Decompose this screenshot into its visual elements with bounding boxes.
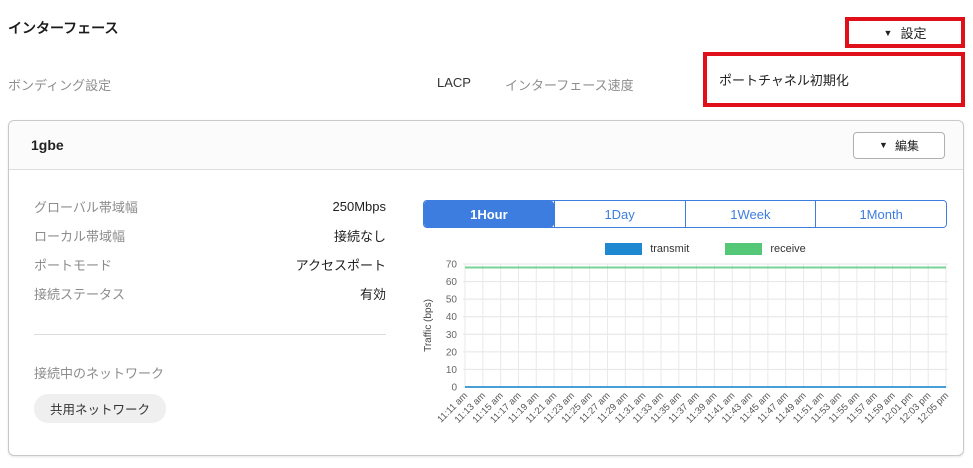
svg-text:30: 30 [446, 330, 458, 341]
tab-1hour[interactable]: 1Hour [424, 201, 554, 227]
svg-text:Traffic (bps): Traffic (bps) [423, 299, 434, 352]
legend-item-receive: receive [725, 242, 805, 255]
edit-button[interactable]: ▼ 編集 [853, 132, 945, 159]
detail-value: アクセスポート [296, 255, 386, 274]
caret-down-icon: ▼ [879, 140, 888, 150]
settings-button[interactable]: ▼ 設定 [845, 17, 965, 48]
time-range-tabs: 1Hour 1Day 1Week 1Month [423, 200, 947, 228]
nav-item-bonding-settings[interactable]: ボンディング設定 [8, 75, 111, 94]
nav-item-interface-speed[interactable]: インターフェース速度 [505, 75, 634, 94]
legend-label: transmit [650, 243, 689, 255]
traffic-line-chart: 01020304050607011:11 am11:13 am11:15 am1… [420, 257, 955, 457]
svg-text:40: 40 [446, 312, 458, 323]
detail-row-connection-status: 接続ステータス 有効 [34, 279, 386, 308]
tab-1month[interactable]: 1Month [815, 201, 946, 227]
edit-button-label: 編集 [895, 137, 919, 154]
nav-item-port-channel-init[interactable]: ポートチャネル初期化 [703, 52, 965, 107]
divider [34, 334, 386, 335]
legend-swatch [725, 243, 762, 255]
detail-value: 250Mbps [333, 199, 386, 214]
detail-row-global-bandwidth: グローバル帯域幅 250Mbps [34, 192, 386, 221]
connected-networks-label: 接続中のネットワーク [34, 363, 386, 382]
legend-item-transmit: transmit [605, 242, 689, 255]
detail-label: ポートモード [34, 255, 112, 274]
detail-row-port-mode: ポートモード アクセスポート [34, 250, 386, 279]
svg-text:10: 10 [446, 365, 458, 376]
nav-item-lacp[interactable]: LACP [437, 75, 471, 90]
caret-down-icon: ▼ [884, 28, 893, 38]
legend-swatch [605, 243, 642, 255]
svg-text:0: 0 [451, 383, 457, 394]
page-title: インターフェース [8, 18, 118, 38]
tab-1week[interactable]: 1Week [685, 201, 816, 227]
svg-text:70: 70 [446, 260, 458, 271]
detail-label: ローカル帯域幅 [34, 226, 125, 245]
card-header: 1gbe ▼ 編集 [9, 121, 963, 170]
svg-text:50: 50 [446, 295, 458, 306]
interface-card-1gbe: 1gbe ▼ 編集 グローバル帯域幅 250Mbps ローカル帯域幅 接続なし … [8, 120, 964, 456]
detail-label: グローバル帯域幅 [34, 197, 138, 216]
legend-label: receive [770, 243, 805, 255]
traffic-chart-panel: 1Hour 1Day 1Week 1Month transmitreceive … [420, 200, 960, 457]
detail-value: 接続なし [334, 226, 386, 245]
card-title: 1gbe [31, 137, 64, 153]
nav-item-port-channel-init-label: ポートチャネル初期化 [719, 70, 849, 89]
interface-details: グローバル帯域幅 250Mbps ローカル帯域幅 接続なし ポートモード アクセ… [34, 192, 386, 423]
detail-row-local-bandwidth: ローカル帯域幅 接続なし [34, 221, 386, 250]
network-badge-shared[interactable]: 共用ネットワーク [34, 394, 166, 423]
tab-1day[interactable]: 1Day [554, 201, 685, 227]
detail-value: 有効 [360, 284, 386, 303]
chart-legend: transmit receive [463, 242, 948, 255]
card-body: グローバル帯域幅 250Mbps ローカル帯域幅 接続なし ポートモード アクセ… [9, 170, 963, 456]
svg-text:20: 20 [446, 347, 458, 358]
settings-button-label: 設定 [900, 23, 926, 42]
detail-label: 接続ステータス [34, 284, 125, 303]
svg-text:60: 60 [446, 277, 458, 288]
